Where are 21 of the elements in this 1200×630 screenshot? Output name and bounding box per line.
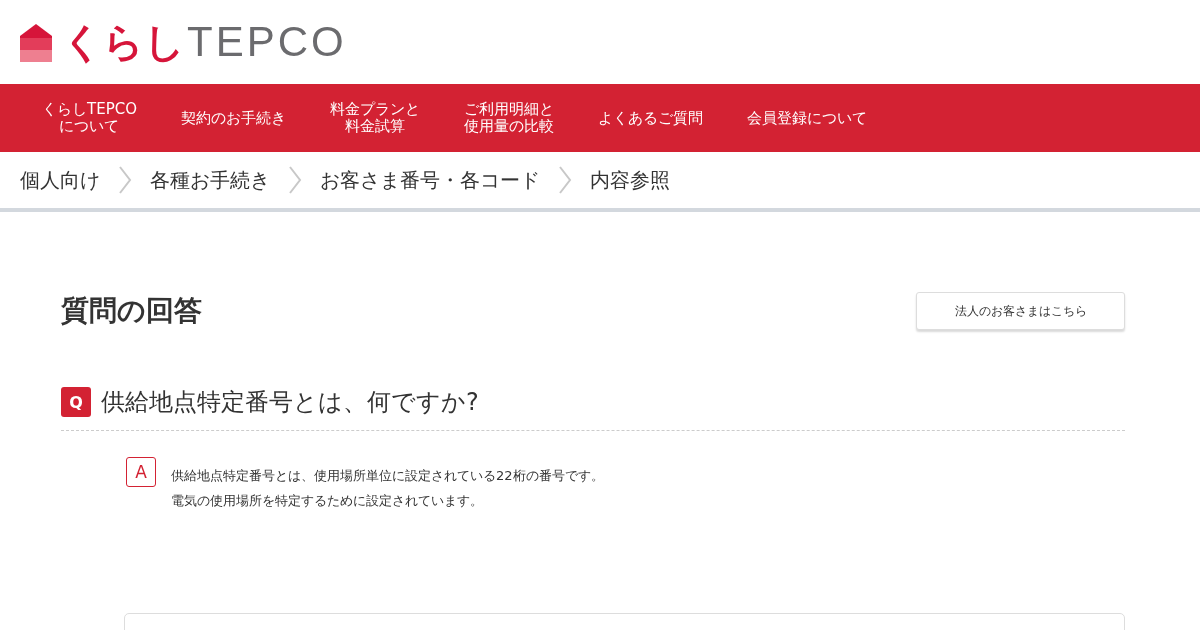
corporate-button[interactable]: 法人のお客さまはこちら (916, 292, 1125, 330)
house-icon (20, 24, 52, 62)
chevron-icon (288, 166, 302, 194)
nav-link[interactable]: くらしTEPCO について (20, 101, 159, 135)
nav-link[interactable]: ご利用明細と 使用量の比較 (441, 101, 576, 135)
answer-badge: A (126, 457, 156, 487)
chevron-icon (558, 166, 572, 194)
breadcrumb-current: 内容参照 (590, 166, 670, 194)
chevron-icon (118, 166, 132, 194)
breadcrumb-link[interactable]: 個人向け (20, 166, 100, 194)
question-text: 供給地点特定番号とは、何ですか? (101, 387, 479, 418)
nav-link[interactable]: 契約のお手続き (158, 109, 308, 127)
breadcrumb-link[interactable]: 各種お手続き (150, 166, 270, 194)
page-title: 質問の回答 (61, 293, 202, 329)
nav-link[interactable]: よくあるご質問 (575, 109, 725, 127)
nav-link[interactable]: 料金プランと 料金試算 (307, 101, 442, 135)
logo[interactable]: くらし TEPCO (20, 22, 347, 62)
answer-text: 供給地点特定番号とは、使用場所単位に設定されている22桁の番号です。 電気の使用場所を特定するために設定されています。 (171, 467, 604, 510)
breadcrumb-link[interactable]: お客さま番号・各コード (320, 166, 540, 194)
nav-link[interactable]: 会員登録について (724, 109, 889, 127)
question-badge: Q (61, 387, 91, 417)
